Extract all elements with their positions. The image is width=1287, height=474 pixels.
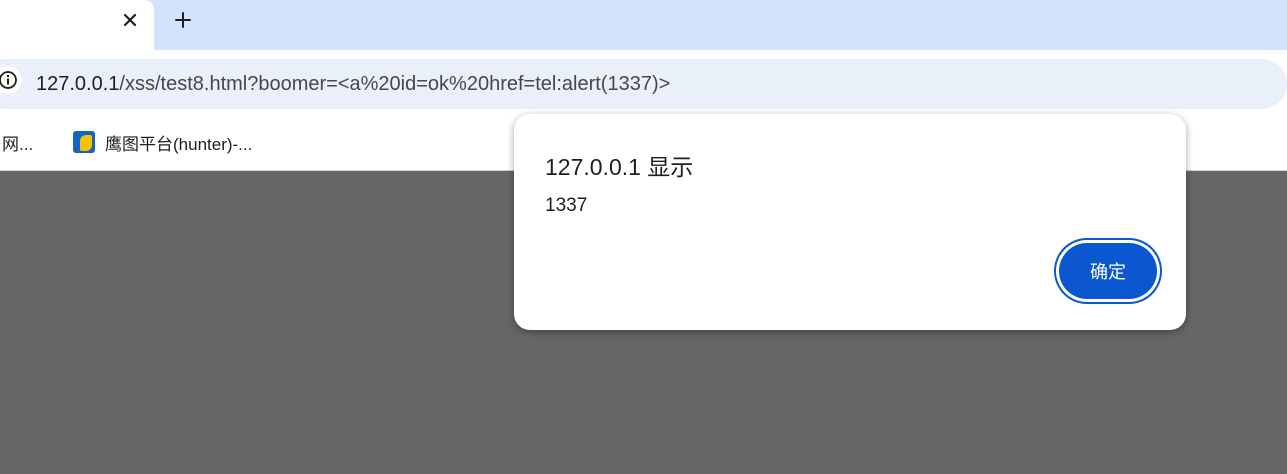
hunter-favicon-icon	[73, 131, 95, 153]
bookmark-item-hunter[interactable]: 鹰图平台(hunter)-...	[73, 130, 252, 154]
active-tab[interactable]	[0, 0, 154, 50]
close-icon	[123, 13, 137, 27]
ok-button[interactable]: 确定	[1059, 243, 1157, 299]
url-path: /xss/test8.html?boomer=<a%20id=ok%20href…	[119, 73, 671, 95]
new-tab-button[interactable]	[168, 5, 198, 35]
dialog-title: 127.0.0.1 显示	[545, 154, 694, 180]
info-icon	[0, 71, 17, 89]
address-bar-url[interactable]: 127.0.0.1/xss/test8.html?boomer=<a%20id=…	[36, 72, 670, 96]
bookmark-label: 网...	[2, 134, 34, 154]
plus-icon	[175, 12, 191, 28]
alert-dialog: 127.0.0.1 显示 1337 确定	[514, 114, 1186, 330]
dialog-message: 1337	[545, 195, 588, 216]
tab-close-button[interactable]	[116, 6, 144, 34]
toolbar: 127.0.0.1/xss/test8.html?boomer=<a%20id=…	[0, 50, 1287, 118]
bookmark-label: 鹰图平台(hunter)-...	[105, 134, 253, 154]
bookmark-item[interactable]: 网...	[2, 130, 33, 154]
tab-strip	[0, 0, 1287, 50]
url-host: 127.0.0.1	[36, 73, 120, 95]
